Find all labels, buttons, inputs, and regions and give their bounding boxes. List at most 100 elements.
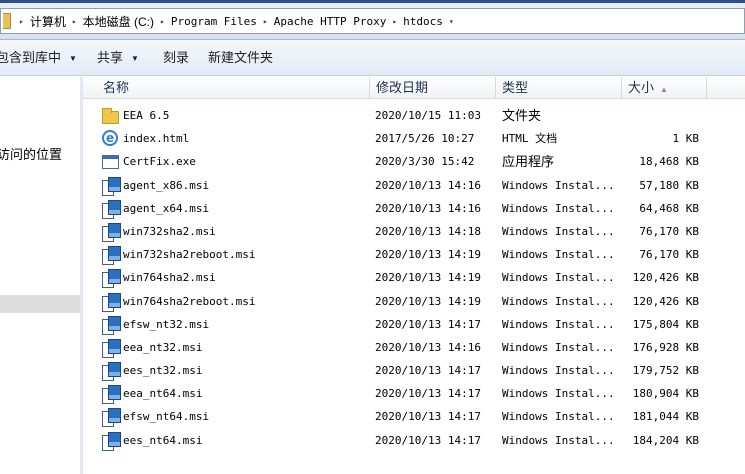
file-row[interactable]: win732sha2reboot.msi 2020/10/13 14:19 Wind… <box>83 244 745 267</box>
msi-file-icon <box>102 246 121 266</box>
nav-item-recent-places[interactable]: 访问的位置 <box>0 144 62 163</box>
file-type: Windows Instal... <box>502 271 615 285</box>
msi-file-icon <box>102 222 121 242</box>
file-row[interactable]: index.html 2017/5/26 10:27 HTML 文档 1 KB <box>83 128 745 151</box>
breadcrumb-apache-http-proxy[interactable]: Apache HTTP Proxy <box>270 10 391 32</box>
column-header-row: 名称 修改日期 类型 大小 ▲ <box>83 77 745 99</box>
file-list: EEA 6.5 2020/10/15 11:03 文件夹 index.html 2017… <box>83 105 745 453</box>
file-name: CertFix.exe <box>123 155 196 169</box>
file-row[interactable]: CertFix.exe 2020/3/30 15:42 应用程序 18,468 KB <box>83 151 745 174</box>
folder-icon <box>3 13 11 29</box>
msi-file-icon <box>102 338 121 358</box>
file-name: efsw_nt32.msi <box>123 317 210 331</box>
chevron-right-icon[interactable]: ▸ <box>70 17 79 26</box>
file-list-pane: 名称 修改日期 类型 大小 ▲ EEA 6.5 2020/10/15 11:03 文件… <box>83 77 745 474</box>
new-folder-button[interactable]: 新建文件夹 <box>208 48 273 68</box>
file-size: 184,204 KB <box>632 433 699 447</box>
chevron-down-icon[interactable]: ▾ <box>447 17 456 26</box>
file-type: Windows Instal... <box>502 248 615 262</box>
burn-button[interactable]: 刻录 <box>163 48 189 68</box>
file-size: 179,752 KB <box>632 364 699 378</box>
msi-file-icon <box>102 292 121 312</box>
nav-item-selected[interactable] <box>0 295 80 313</box>
file-type: 文件夹 <box>502 108 542 123</box>
chevron-down-icon: ▼ <box>69 53 77 63</box>
file-date: 2020/10/13 14:17 <box>375 364 481 378</box>
new-folder-label: 新建文件夹 <box>208 50 274 65</box>
file-name: win764sha2reboot.msi <box>123 294 256 308</box>
file-name: index.html <box>123 132 190 146</box>
file-date: 2020/10/13 14:19 <box>375 294 481 308</box>
column-header-date[interactable]: 修改日期 <box>370 77 496 99</box>
file-name: win732sha2reboot.msi <box>123 248 256 262</box>
file-name: agent_x86.msi <box>123 178 210 192</box>
chevron-right-icon[interactable]: ▸ <box>390 17 399 26</box>
file-size: 120,426 KB <box>632 271 699 285</box>
file-size: 76,170 KB <box>639 248 699 262</box>
include-in-library-button[interactable]: 包含到库中 ▼ <box>0 48 77 68</box>
share-button[interactable]: 共享 ▼ <box>97 48 139 68</box>
breadcrumb-local-disk[interactable]: 本地磁盘 (C:) <box>79 10 158 32</box>
share-label: 共享 <box>97 50 124 65</box>
file-date: 2020/10/13 14:17 <box>375 387 481 401</box>
file-row[interactable]: EEA 6.5 2020/10/15 11:03 文件夹 <box>83 105 745 128</box>
file-name: agent_x64.msi <box>123 201 210 215</box>
file-size: 18,468 KB <box>639 155 699 169</box>
file-date: 2020/10/13 14:16 <box>375 340 481 354</box>
column-header-size[interactable]: 大小 ▲ <box>622 77 707 99</box>
file-row[interactable]: eea_nt64.msi 2020/10/13 14:17 Windows Inst… <box>83 383 745 406</box>
chevron-right-icon[interactable]: ▸ <box>261 17 270 26</box>
column-header-name[interactable]: 名称 <box>97 77 370 99</box>
file-name: EEA 6.5 <box>123 109 170 122</box>
file-type: Windows Instal... <box>502 433 615 447</box>
file-type: Windows Instal... <box>502 387 615 401</box>
address-field[interactable]: ▸ 计算机 ▸ 本地磁盘 (C:) ▸ Program Files ▸ Apac… <box>0 8 745 34</box>
address-bar: ▸ 计算机 ▸ 本地磁盘 (C:) ▸ Program Files ▸ Apac… <box>0 3 745 40</box>
chevron-right-icon[interactable]: ▸ <box>17 17 26 26</box>
file-date: 2020/10/15 11:03 <box>375 109 481 122</box>
breadcrumb-computer[interactable]: 计算机 <box>26 10 70 32</box>
column-header-type[interactable]: 类型 <box>496 77 622 99</box>
file-row[interactable]: win764sha2reboot.msi 2020/10/13 14:19 Wind… <box>83 291 745 314</box>
file-type: Windows Instal... <box>502 201 615 215</box>
column-header-type-label: 类型 <box>502 80 529 95</box>
column-header-name-label: 名称 <box>103 80 130 95</box>
msi-file-icon <box>102 408 121 428</box>
msi-file-icon <box>102 176 121 196</box>
file-size: 57,180 KB <box>639 178 699 192</box>
include-in-library-label: 包含到库中 <box>0 50 62 65</box>
sort-ascending-icon: ▲ <box>660 85 668 94</box>
file-name: win732sha2.msi <box>123 224 216 238</box>
file-date: 2020/10/13 14:17 <box>375 317 481 331</box>
file-row[interactable]: agent_x86.msi 2020/10/13 14:16 Windows Ins… <box>83 175 745 198</box>
msi-file-icon <box>102 269 121 289</box>
msi-file-icon <box>102 362 121 382</box>
msi-file-icon <box>102 431 121 451</box>
breadcrumb-program-files[interactable]: Program Files <box>167 10 261 32</box>
command-bar: 包含到库中 ▼ 共享 ▼ 刻录 新建文件夹 <box>0 40 745 76</box>
file-row[interactable]: ees_nt64.msi 2020/10/13 14:17 Windows Inst… <box>83 430 745 453</box>
file-size: 120,426 KB <box>632 294 699 308</box>
file-row[interactable]: win764sha2.msi 2020/10/13 14:19 Windows In… <box>83 267 745 290</box>
file-name: efsw_nt64.msi <box>123 410 210 424</box>
msi-file-icon <box>102 199 121 219</box>
file-type: Windows Instal... <box>502 294 615 308</box>
file-name: eea_nt64.msi <box>123 387 203 401</box>
file-size: 1 KB <box>672 132 700 146</box>
file-type: Windows Instal... <box>502 364 615 378</box>
file-type: Windows Instal... <box>502 340 615 354</box>
folder-icon <box>102 108 119 124</box>
breadcrumb-htdocs[interactable]: htdocs <box>399 10 447 32</box>
file-row[interactable]: eea_nt32.msi 2020/10/13 14:16 Windows Inst… <box>83 337 745 360</box>
file-type: Windows Instal... <box>502 317 615 331</box>
file-row[interactable]: agent_x64.msi 2020/10/13 14:16 Windows Ins… <box>83 198 745 221</box>
file-row[interactable]: efsw_nt64.msi 2020/10/13 14:17 Windows Ins… <box>83 406 745 429</box>
chevron-right-icon[interactable]: ▸ <box>158 17 167 26</box>
file-size: 76,170 KB <box>639 224 699 238</box>
file-row[interactable]: efsw_nt32.msi 2020/10/13 14:17 Windows Ins… <box>83 314 745 337</box>
file-row[interactable]: ees_nt32.msi 2020/10/13 14:17 Windows Inst… <box>83 360 745 383</box>
msi-file-icon <box>102 315 121 335</box>
file-row[interactable]: win732sha2.msi 2020/10/13 14:18 Windows In… <box>83 221 745 244</box>
file-date: 2017/5/26 10:27 <box>375 132 475 146</box>
file-name: ees_nt32.msi <box>123 364 203 378</box>
